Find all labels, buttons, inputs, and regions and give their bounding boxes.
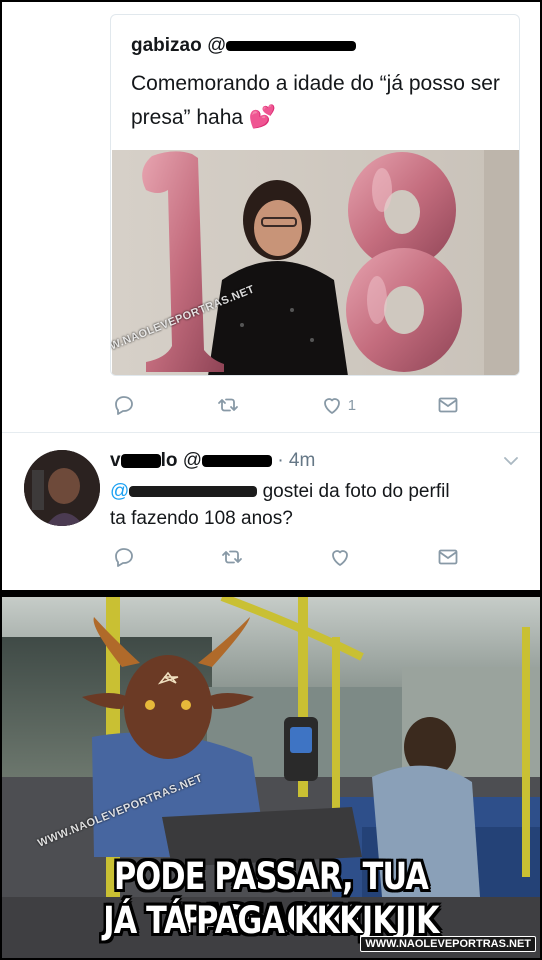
reply-mention[interactable]: @ [110,481,258,502]
like-count: 1 [347,396,357,414]
reply-button[interactable] [112,545,136,569]
redacted-mention [129,486,258,498]
reply-icon [115,548,133,567]
quoted-tweet-text: Comemorando a idade do “já posso ser pre… [131,72,500,129]
reply-tweet-header: v lo @ · 4m [110,450,315,472]
tweet-divider [2,432,540,433]
avatar[interactable] [24,450,100,526]
redacted-name [120,453,161,468]
chevron-down-icon[interactable] [502,452,520,470]
two-hearts-emoji: 💕 [248,104,277,129]
retweet-button[interactable] [220,545,244,569]
quoted-tweet-card[interactable]: gabizao @ Comemorando a idade do “já pos… [110,14,520,376]
quoted-tweet-actions: 1 [110,390,520,420]
meme-image: WWW.NAOLEVEPORTRAS.NET PODE PASSAR, TUA … [2,597,540,958]
like-button[interactable]: 1 [320,393,356,417]
watermark-bottom: WWW.NAOLEVEPORTRAS.NET [360,936,536,952]
quoted-tweet-header: gabizao @ [131,35,357,57]
like-button[interactable] [328,545,352,569]
reply-tweet-text: @ gostei da foto do perfil ta fazendo 10… [110,481,450,529]
birthday-photo [112,150,519,375]
redacted-handle [226,40,357,51]
retweet-icon [217,398,238,412]
redacted-handle [202,454,273,467]
envelope-icon [438,549,458,565]
reply-author-handle[interactable]: @ [183,450,273,471]
quoted-tweet-photo[interactable]: WWW.NAOLEVEPORTRAS.NET [111,150,519,375]
envelope-icon [438,397,458,413]
avatar-photo [24,450,100,526]
direct-message-button[interactable] [436,393,460,417]
retweet-icon [222,550,242,564]
quoted-tweet-author-name[interactable]: gabizao [131,35,202,56]
reply-tweet-actions [110,542,520,572]
reply-author-name[interactable]: v lo [110,450,177,471]
direct-message-button[interactable] [436,545,460,569]
quoted-tweet-handle[interactable]: @ [207,35,357,56]
retweet-button[interactable] [216,393,240,417]
reply-button[interactable] [112,393,136,417]
heart-icon [323,398,340,414]
tweet-screenshot: gabizao @ Comemorando a idade do “já pos… [2,2,540,590]
reply-timestamp[interactable]: · 4m [277,450,315,471]
heart-icon [332,550,348,566]
reply-icon [115,396,133,415]
